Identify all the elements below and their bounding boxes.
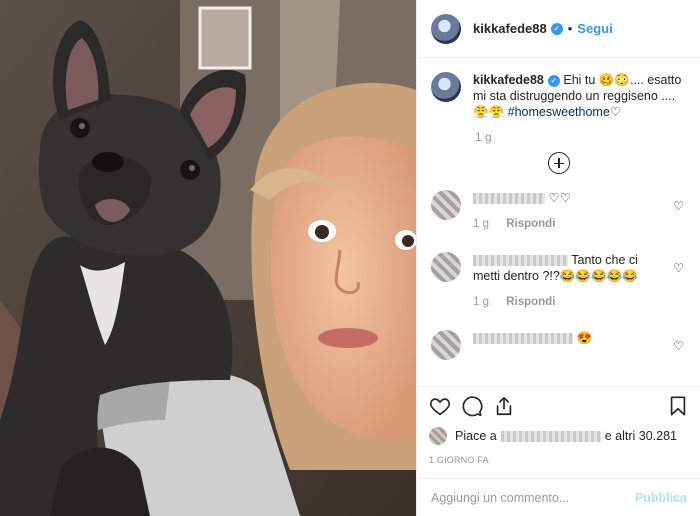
separator-dot: • bbox=[567, 21, 573, 36]
comment-input[interactable] bbox=[431, 490, 635, 505]
verified-badge-icon: ✓ bbox=[547, 74, 560, 87]
comment-item: 😍 ♡ bbox=[431, 330, 686, 360]
post-side-panel: kikkafede88 ✓ • Segui kikkafede88 ✓ Ehi t… bbox=[416, 0, 700, 516]
comment-like-heart-icon[interactable]: ♡ bbox=[673, 261, 684, 275]
caption-text: kikkafede88 ✓ Ehi tu 🥴😳.... esatto mi sta… bbox=[473, 72, 681, 120]
comment-avatar-blurred[interactable] bbox=[431, 330, 461, 360]
likes-count[interactable]: e altri 30.281 bbox=[605, 429, 677, 443]
add-comment-bar: Pubblica bbox=[417, 478, 700, 516]
comment-item: ♡♡ 1 g Rispondi ♡ bbox=[431, 190, 686, 232]
comment-text: Tanto che ci bbox=[571, 253, 638, 267]
liker-avatar-blurred bbox=[429, 427, 447, 445]
bookmark-icon[interactable] bbox=[667, 395, 689, 417]
comment-avatar-blurred[interactable] bbox=[431, 252, 461, 282]
load-more-comments-plus-icon[interactable] bbox=[547, 152, 570, 174]
reply-button[interactable]: Rispondi bbox=[506, 296, 555, 308]
comment-text: 😍 bbox=[576, 331, 593, 345]
post-timestamp: 1 GIORNO FA bbox=[429, 455, 489, 465]
comment-text-2: metti dentro ?!?😂😂😂😂😂 bbox=[473, 269, 638, 283]
verified-badge-icon: ✓ bbox=[550, 22, 563, 35]
reply-button[interactable]: Rispondi bbox=[506, 218, 555, 230]
author-avatar[interactable] bbox=[431, 13, 461, 44]
blurred-username bbox=[473, 333, 573, 345]
caption-line-1: Ehi tu 🥴😳.... esatto bbox=[563, 73, 682, 87]
comment-avatar-blurred[interactable] bbox=[431, 190, 461, 220]
author-username[interactable]: kikkafede88 bbox=[473, 21, 547, 36]
comment-time: 1 g bbox=[473, 218, 489, 230]
comment-item: Tanto che ci metti dentro ?!?😂😂😂😂😂 1 g R… bbox=[431, 252, 686, 310]
comment-icon[interactable] bbox=[461, 395, 483, 417]
comment-list: ♡♡ 1 g Rispondi ♡ Tanto che ci metti den… bbox=[417, 174, 700, 360]
share-icon[interactable] bbox=[493, 395, 515, 417]
comment-time: 1 g bbox=[473, 296, 489, 308]
caption-avatar[interactable] bbox=[431, 72, 461, 102]
hashtag-link[interactable]: #homesweethome bbox=[508, 105, 610, 119]
likes-summary[interactable]: Piace a e altri 30.281 bbox=[429, 427, 689, 445]
caption-username[interactable]: kikkafede88 bbox=[473, 73, 544, 87]
heart-icon[interactable] bbox=[429, 395, 451, 417]
blurred-username bbox=[473, 193, 545, 205]
blurred-username bbox=[473, 255, 568, 267]
post-actions: Piace a e altri 30.281 1 GIORNO FA bbox=[417, 386, 700, 465]
comment-like-heart-icon[interactable]: ♡ bbox=[673, 199, 684, 213]
blurred-liker-name bbox=[500, 430, 601, 442]
caption-line-2: mi sta distruggendo un reggiseno .... bbox=[473, 89, 676, 103]
post-header: kikkafede88 ✓ • Segui bbox=[417, 0, 700, 58]
publish-button[interactable]: Pubblica bbox=[635, 491, 687, 505]
caption-time: 1 g bbox=[475, 130, 492, 144]
photo-selfie-dog-woman bbox=[0, 0, 416, 516]
post-caption: kikkafede88 ✓ Ehi tu 🥴😳.... esatto mi sta… bbox=[417, 58, 700, 120]
caption-line-3: 😤😤 bbox=[473, 105, 505, 119]
post-photo[interactable] bbox=[0, 0, 416, 516]
comment-text: ♡♡ bbox=[548, 191, 571, 205]
follow-button[interactable]: Segui bbox=[577, 21, 612, 36]
likes-prefix: Piace a bbox=[455, 429, 497, 443]
instagram-post-modal: kikkafede88 ✓ • Segui kikkafede88 ✓ Ehi t… bbox=[0, 0, 700, 516]
caption-heart: ♡ bbox=[609, 105, 621, 119]
comment-like-heart-icon[interactable]: ♡ bbox=[673, 339, 684, 353]
